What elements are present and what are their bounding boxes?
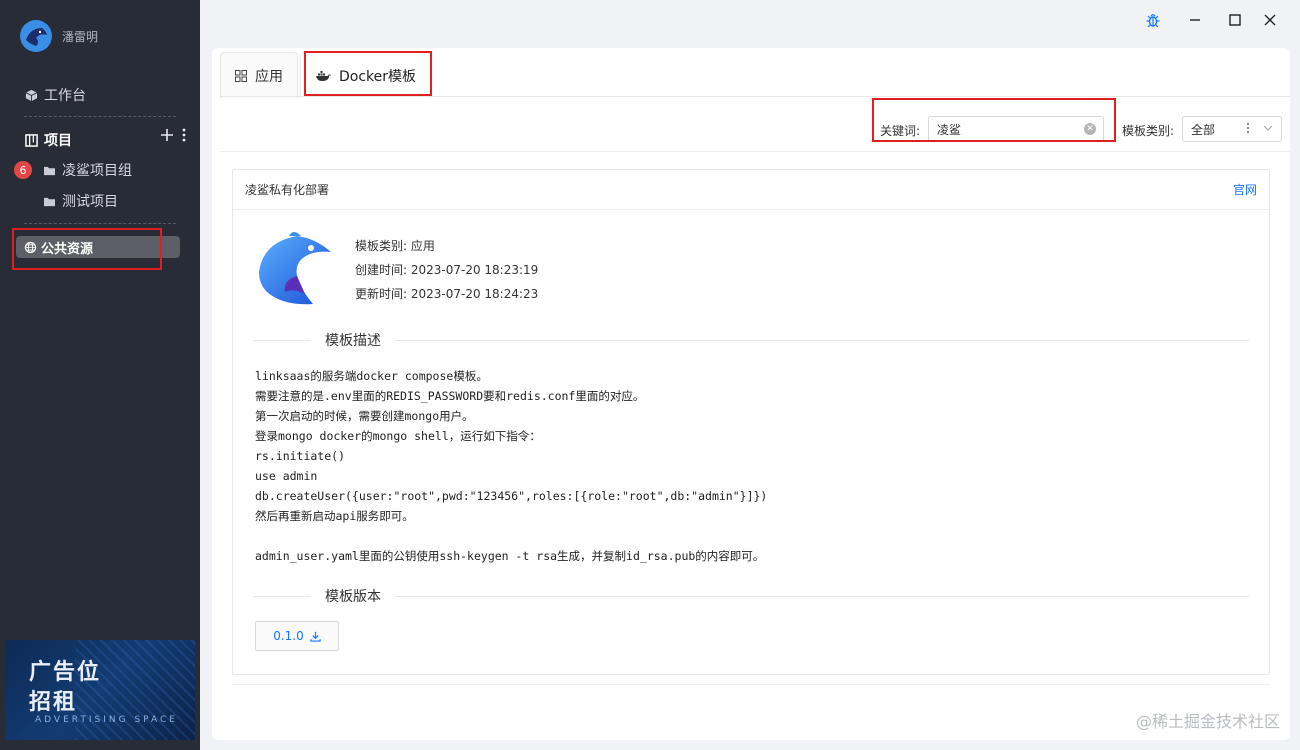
template-description: linksaas的服务端docker compose模板。 需要注意的是.env… xyxy=(255,369,768,563)
version-download-button[interactable]: 0.1.0 xyxy=(255,621,339,651)
card-title: 凌鲨私有化部署 xyxy=(245,183,330,197)
user-profile[interactable]: 潘雷明 xyxy=(20,20,98,52)
sidebar-item-workbench[interactable]: 工作台 xyxy=(24,85,86,105)
highlight-box xyxy=(872,98,1116,142)
highlight-box xyxy=(304,51,432,96)
divider xyxy=(24,116,176,117)
meta-updated: 更新时间: 2023-07-20 18:24:23 xyxy=(355,287,539,301)
sidebar-item-label: 工作台 xyxy=(44,88,86,104)
folder-icon xyxy=(42,194,56,208)
sidebar-item-project-group[interactable]: 凌鲨项目组 xyxy=(42,160,132,180)
category-value: 全部 xyxy=(1191,122,1216,137)
folder-icon xyxy=(42,163,56,177)
search-toolbar: 关键词: ✕ 模板类别: 全部 xyxy=(790,98,1290,148)
toolbar-divider xyxy=(220,151,1290,152)
template-card: 凌鲨私有化部署 官网 模板类别: 应用 创建时间: 2023-07-20 18:… xyxy=(232,169,1270,675)
unread-badge: 6 xyxy=(14,161,32,179)
tab-label: 应用 xyxy=(255,68,283,85)
template-logo xyxy=(253,228,337,312)
grid-icon xyxy=(235,69,247,82)
sidebar-section-label: 项目 xyxy=(44,133,72,149)
title-bar xyxy=(200,0,1300,40)
ad-subtitle: 招租 xyxy=(29,690,78,715)
sidebar-section-projects[interactable]: 项目 xyxy=(24,130,72,150)
bottom-divider xyxy=(232,684,1270,685)
section-title: 模板版本 xyxy=(325,589,381,605)
ad-banner[interactable]: 广告位 招租 ADVERTISING SPACE xyxy=(5,640,195,740)
cube-icon xyxy=(24,88,38,102)
bug-icon[interactable] xyxy=(1143,10,1163,30)
close-icon[interactable] xyxy=(1260,10,1280,30)
project-actions xyxy=(160,128,186,146)
main-panel: 应用 Docker模板 关键词: ✕ 模板类别: 全部 凌鲨私有化部署 官网 xyxy=(212,48,1290,740)
minimize-icon[interactable] xyxy=(1185,10,1205,30)
sidebar: 潘雷明 工作台 项目 6 凌鲨项目组 测试项目 公共资源 广告位 招租 ADVE… xyxy=(0,0,200,750)
meta-created: 创建时间: 2023-07-20 18:23:19 xyxy=(355,263,539,277)
version-label: 0.1.0 xyxy=(273,629,304,643)
ad-title: 广告位 xyxy=(29,660,102,685)
project-board-icon xyxy=(24,133,38,147)
sidebar-item-label: 测试项目 xyxy=(62,194,118,210)
more-options-icon[interactable] xyxy=(1246,122,1250,138)
download-icon xyxy=(310,631,321,642)
ad-caption: ADVERTISING SPACE xyxy=(35,715,178,725)
section-divider-version: 模板版本 xyxy=(253,586,1249,606)
card-header: 凌鲨私有化部署 官网 xyxy=(233,170,1269,210)
tab-divider xyxy=(220,96,1290,97)
section-divider-description: 模板描述 xyxy=(253,330,1249,350)
category-label: 模板类别: xyxy=(1122,124,1175,138)
sidebar-item-label: 凌鲨项目组 xyxy=(62,163,132,179)
section-title: 模板描述 xyxy=(325,333,381,349)
chevron-down-icon xyxy=(1263,122,1273,136)
more-vertical-icon[interactable] xyxy=(182,128,186,146)
maximize-icon[interactable] xyxy=(1225,10,1245,30)
category-select[interactable]: 全部 xyxy=(1182,116,1282,142)
divider xyxy=(24,223,176,224)
template-meta: 模板类别: 应用 创建时间: 2023-07-20 18:23:19 更新时间:… xyxy=(355,234,538,306)
avatar xyxy=(20,20,52,52)
watermark: @稀土掘金技术社区 xyxy=(1135,712,1280,731)
meta-category: 模板类别: 应用 xyxy=(355,239,435,253)
highlight-box xyxy=(12,228,162,270)
official-site-link[interactable]: 官网 xyxy=(1233,181,1257,198)
sidebar-item-test-project[interactable]: 测试项目 xyxy=(42,191,118,211)
username: 潘雷明 xyxy=(62,29,99,44)
tab-apps[interactable]: 应用 xyxy=(220,52,298,98)
add-project-icon[interactable] xyxy=(160,128,174,146)
